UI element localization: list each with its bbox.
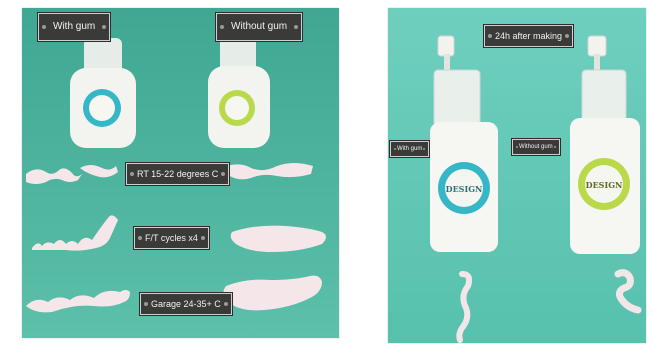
svg-text:DESIGN: DESIGN <box>586 180 623 190</box>
label-with-gum: With gum <box>38 13 111 41</box>
svg-text:DESIGN: DESIGN <box>446 184 483 194</box>
label-with-gum-right: With gum <box>390 141 430 157</box>
right-photo: DESIGN DESIGN <box>388 8 646 343</box>
label-without-gum-right: Without gum <box>512 139 560 155</box>
left-photo-panel: With gum Without gum RT 15-22 degrees C … <box>22 8 339 338</box>
label-24h-after-making: 24h after making <box>484 25 574 47</box>
right-photo-panel: DESIGN DESIGN 24h after making With gum … <box>388 8 646 343</box>
label-without-gum: Without gum <box>216 13 303 41</box>
label-rt-temperature: RT 15-22 degrees C <box>126 163 230 185</box>
label-ft-cycles: F/T cycles x4 <box>134 227 209 249</box>
label-garage-temperature: Garage 24-35+ C <box>140 293 232 315</box>
